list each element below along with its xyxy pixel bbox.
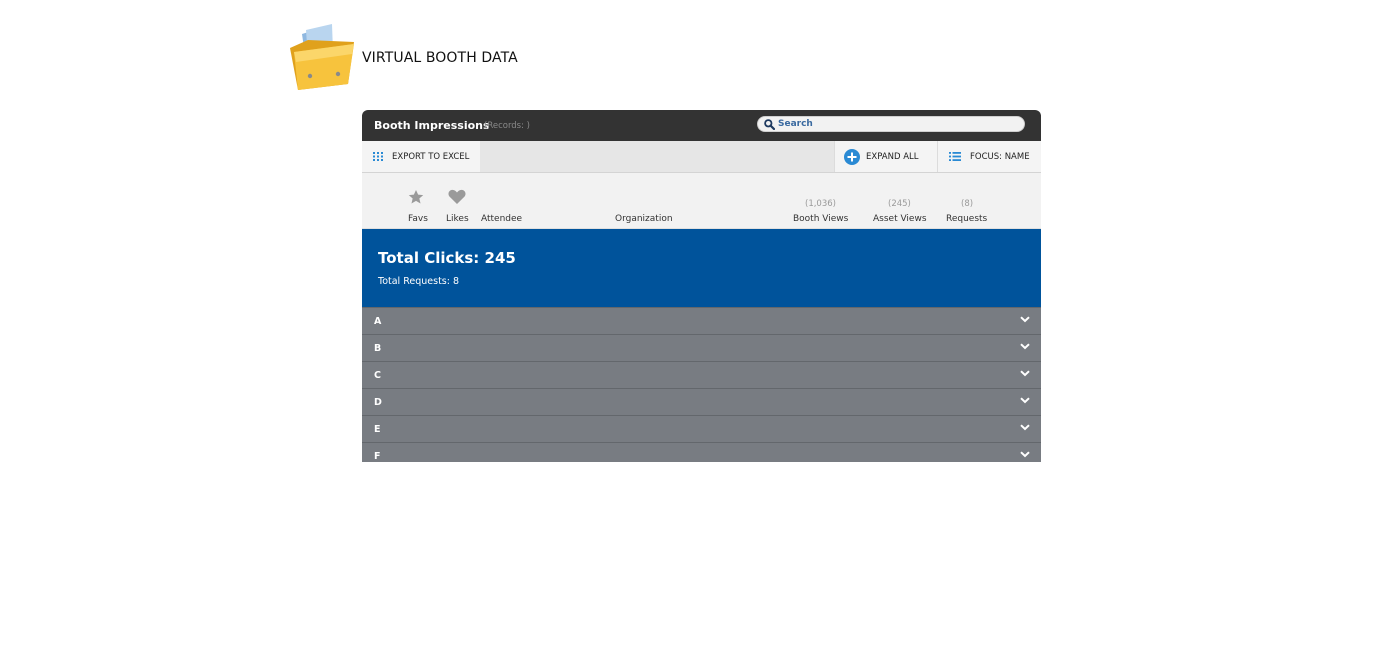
chevron-down-icon [1020,343,1030,350]
heart-icon[interactable] [448,189,466,204]
group-letter: D [374,397,382,408]
group-row[interactable]: F [362,442,1041,462]
list-icon [949,152,961,161]
col-booth-views[interactable]: Booth Views [793,214,848,224]
chevron-down-icon [1020,451,1030,458]
star-icon[interactable] [408,189,424,205]
total-requests: Total Requests: 8 [378,276,460,287]
expand-label: EXPAND ALL [866,151,919,162]
group-list: A B C D E F [362,307,1041,462]
requests-count: (8) [961,199,974,209]
group-letter: F [374,451,381,462]
export-to-excel-button[interactable]: EXPORT TO EXCEL [362,141,480,172]
group-row[interactable]: D [362,388,1041,415]
group-row[interactable]: B [362,334,1041,361]
chevron-down-icon [1020,370,1030,377]
page-title: VIRTUAL BOOTH DATA [362,50,518,66]
group-row[interactable]: E [362,415,1041,442]
focus-label: FOCUS: NAME [970,151,1030,162]
search-icon [764,119,775,130]
col-likes[interactable]: Likes [446,214,469,224]
col-requests[interactable]: Requests [946,214,987,224]
records-count: (Records: ) [484,121,530,131]
plus-circle-icon [844,148,860,165]
chevron-down-icon [1020,424,1030,431]
panel-title: Booth Impressions [374,119,490,132]
booth-views-count: (1,036) [805,199,836,209]
search-box[interactable] [757,116,1025,132]
group-letter: B [374,343,382,354]
col-favs[interactable]: Favs [408,214,428,224]
search-input[interactable] [778,117,1008,130]
folder-icon [290,24,354,90]
col-organization[interactable]: Organization [615,214,673,224]
group-letter: C [374,370,381,381]
group-letter: E [374,424,381,435]
focus-name-button[interactable]: FOCUS: NAME [937,141,1041,172]
chevron-down-icon [1020,316,1030,323]
summary-banner: Total Clicks: 245 Total Requests: 8 [362,229,1041,307]
toolbar: EXPORT TO EXCEL EXPAND ALL FOCUS: NAME [362,141,1041,173]
group-letter: A [374,316,382,327]
chevron-down-icon [1020,397,1030,404]
total-clicks: Total Clicks: 245 [378,249,516,267]
expand-all-button[interactable]: EXPAND ALL [834,141,937,172]
col-attendee[interactable]: Attendee [481,214,522,224]
column-headers: Favs Likes Attendee Organization (1,036)… [362,173,1041,229]
col-asset-views[interactable]: Asset Views [873,214,927,224]
booth-impressions-panel: Booth Impressions (Records: ) EXPORT TO … [362,110,1041,462]
group-row[interactable]: A [362,307,1041,334]
export-label: EXPORT TO EXCEL [392,151,470,162]
group-row[interactable]: C [362,361,1041,388]
panel-titlebar: Booth Impressions (Records: ) [362,110,1041,141]
asset-views-count: (245) [888,199,911,209]
grid-icon [373,152,383,161]
